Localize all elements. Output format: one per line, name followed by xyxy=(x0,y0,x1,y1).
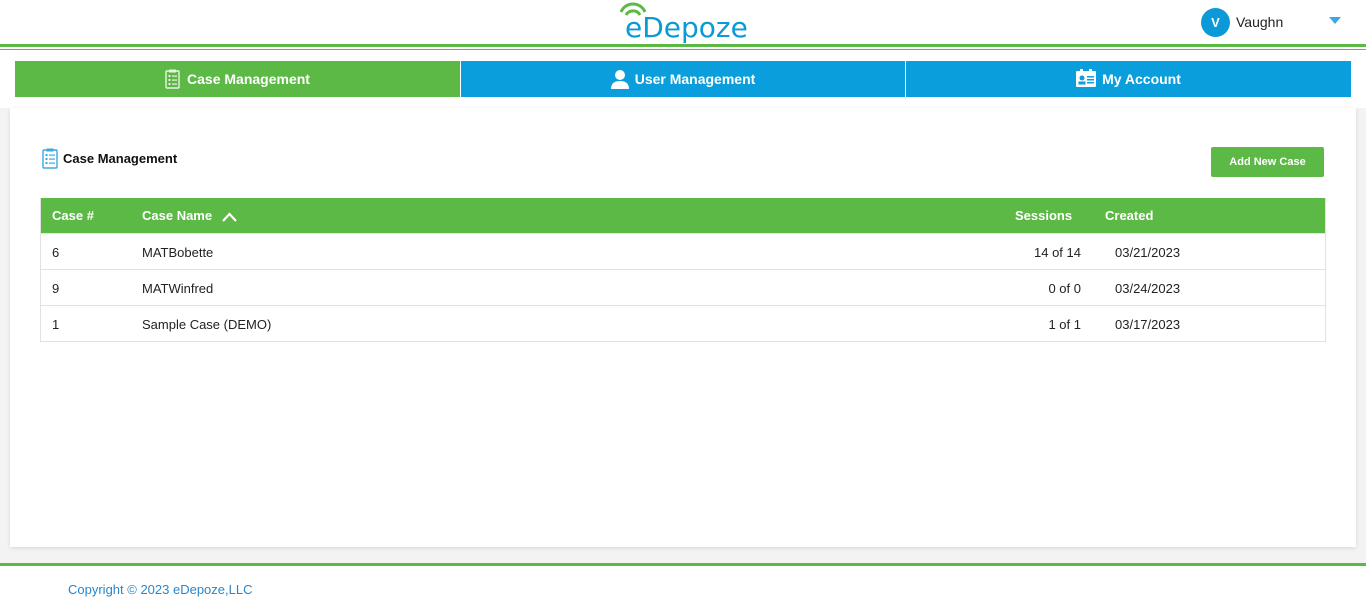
case-number-cell: 1 xyxy=(52,317,60,332)
created-cell: 03/24/2023 xyxy=(1115,281,1181,296)
column-header-case-name[interactable]: Case Name xyxy=(142,208,237,223)
table-row[interactable]: 9 MATWinfred 0 of 0 03/24/2023 xyxy=(41,269,1325,305)
table-row[interactable]: 1 Sample Case (DEMO) 1 of 1 03/17/2023 xyxy=(41,305,1325,341)
tab-case-management[interactable]: Case Management xyxy=(15,61,460,97)
tab-label: My Account xyxy=(1102,71,1181,87)
copyright-text: Copyright © 2023 eDepoze,LLC xyxy=(68,582,253,597)
top-header: eDepoze V Vaughn xyxy=(0,0,1366,44)
logo-text: eDepoze xyxy=(625,11,748,44)
sessions-cell: 0 of 0 xyxy=(1048,281,1081,296)
sessions-cell: 1 of 1 xyxy=(1048,317,1081,332)
page-title-text: Case Management xyxy=(63,151,178,166)
case-name-cell[interactable]: Sample Case (DEMO) xyxy=(142,317,271,332)
tab-label: User Management xyxy=(634,71,756,87)
avatar[interactable]: V xyxy=(1201,7,1230,37)
case-number-cell: 6 xyxy=(52,245,60,260)
created-cell: 03/17/2023 xyxy=(1115,317,1181,332)
tab-my-account[interactable]: My Account xyxy=(905,61,1351,97)
column-header-created[interactable]: Created xyxy=(1105,208,1153,223)
table-header: Case # Case Name Sessions Created xyxy=(41,198,1325,233)
user-menu[interactable]: V Vaughn xyxy=(1201,7,1283,37)
content-card: Case Management Add New Case Case # Case… xyxy=(10,108,1356,547)
sort-ascending-icon[interactable] xyxy=(221,211,237,222)
clipboard-list-icon xyxy=(165,69,181,89)
created-cell: 03/21/2023 xyxy=(1115,245,1181,260)
case-name-cell[interactable]: MATBobette xyxy=(142,245,213,260)
case-number-cell: 9 xyxy=(52,281,60,296)
clipboard-list-icon xyxy=(42,148,59,169)
case-name-cell[interactable]: MATWinfred xyxy=(142,281,213,296)
main-nav: Case Management User Management My Accou… xyxy=(15,61,1351,97)
table-row[interactable]: 6 MATBobette 14 of 14 03/21/2023 xyxy=(41,233,1325,269)
add-new-case-button[interactable]: Add New Case xyxy=(1211,147,1324,177)
caret-down-icon[interactable] xyxy=(1329,17,1341,24)
tab-user-management[interactable]: User Management xyxy=(460,61,905,97)
footer: Copyright © 2023 eDepoze,LLC xyxy=(0,566,1366,612)
user-icon xyxy=(610,69,629,89)
user-name[interactable]: Vaughn xyxy=(1236,14,1283,30)
sessions-cell: 14 of 14 xyxy=(1034,245,1081,260)
column-header-sessions[interactable]: Sessions xyxy=(1015,208,1072,223)
edepoze-logo[interactable]: eDepoze xyxy=(619,2,749,44)
column-header-case-name-label: Case Name xyxy=(142,208,213,223)
id-card-icon xyxy=(1076,69,1097,89)
page-title: Case Management xyxy=(42,148,177,169)
cases-table: Case # Case Name Sessions Created 6 MATB… xyxy=(40,198,1326,342)
tab-label: Case Management xyxy=(187,71,310,87)
column-header-case-number[interactable]: Case # xyxy=(52,208,94,223)
